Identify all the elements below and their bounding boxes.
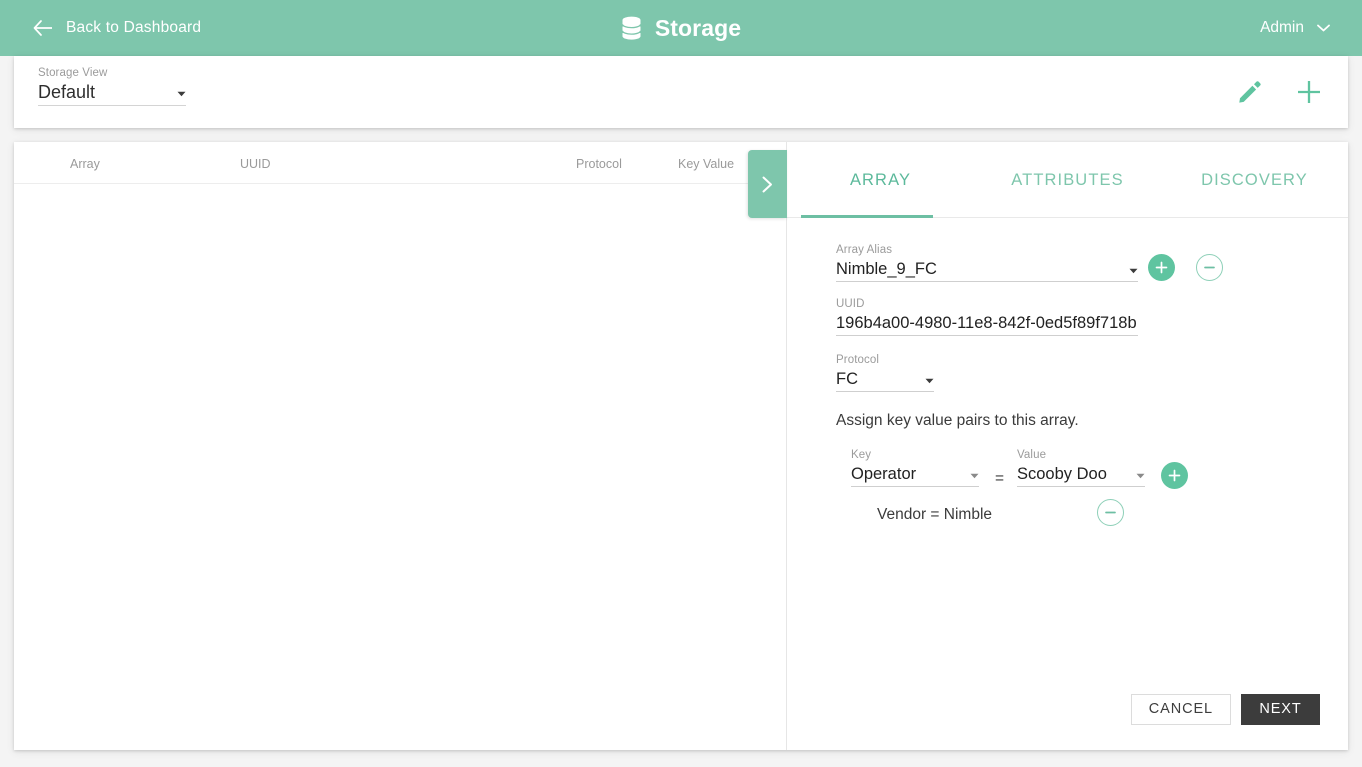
key-field[interactable]: Key Operator xyxy=(851,448,979,487)
column-header-key-value: Key Value xyxy=(678,157,735,171)
key-select-row[interactable]: Operator xyxy=(851,462,979,487)
main-content: Array UUID Protocol Key Value ARRAY ATTR… xyxy=(14,142,1348,750)
array-alias-field[interactable]: Array Alias Nimble_9_FC xyxy=(836,243,1138,282)
column-header-array: Array xyxy=(70,157,100,171)
storage-page: Back to Dashboard Storage Admin Storage … xyxy=(0,0,1362,767)
tab-attributes[interactable]: ATTRIBUTES xyxy=(974,142,1161,218)
next-button[interactable]: NEXT xyxy=(1241,694,1320,725)
edit-storage-view-button[interactable] xyxy=(1232,75,1266,109)
tab-discovery[interactable]: DISCOVERY xyxy=(1161,142,1348,218)
existing-key-value-pair: Vendor = Nimble xyxy=(877,506,993,523)
caret-down-icon xyxy=(1129,268,1138,274)
pencil-icon xyxy=(1239,81,1261,103)
array-form: Array Alias Nimble_9_FC UUID 196b4a00-49… xyxy=(787,218,1348,750)
add-storage-view-button[interactable] xyxy=(1292,75,1326,109)
add-key-value-button[interactable] xyxy=(1161,462,1188,489)
toolbar-actions xyxy=(1232,56,1326,128)
chevron-down-icon xyxy=(1317,24,1330,32)
value-value: Scooby Doo xyxy=(1017,465,1107,483)
storage-view-select[interactable]: Storage View Default xyxy=(38,66,186,106)
toolbar: Storage View Default xyxy=(14,56,1348,128)
caret-down-icon xyxy=(970,473,979,479)
uuid-value: 196b4a00-4980-11e8-842f-0ed5f89f718b xyxy=(836,314,1137,332)
uuid-field[interactable]: UUID 196b4a00-4980-11e8-842f-0ed5f89f718… xyxy=(836,297,1138,336)
protocol-select-row[interactable]: FC xyxy=(836,367,934,392)
value-select-row[interactable]: Scooby Doo xyxy=(1017,462,1145,487)
plus-circle-icon xyxy=(1155,261,1168,274)
tab-array[interactable]: ARRAY xyxy=(787,142,974,218)
page-title: Storage xyxy=(0,0,1362,56)
plus-icon xyxy=(1298,81,1320,103)
minus-circle-icon xyxy=(1204,266,1215,269)
storage-view-value: Default xyxy=(38,82,96,102)
array-alias-select-row[interactable]: Nimble_9_FC xyxy=(836,257,1138,282)
key-value: Operator xyxy=(851,465,917,483)
table-header-row: Array UUID Protocol Key Value xyxy=(14,142,786,184)
arrays-table: Array UUID Protocol Key Value xyxy=(14,142,787,750)
table-body xyxy=(14,184,786,750)
panel-collapse-toggle[interactable] xyxy=(748,150,787,218)
remove-key-value-button[interactable] xyxy=(1097,499,1124,526)
storage-view-label: Storage View xyxy=(38,67,108,79)
detail-tabs: ARRAY ATTRIBUTES DISCOVERY xyxy=(787,142,1348,218)
key-label: Key xyxy=(851,449,872,461)
form-footer-actions: CANCEL NEXT xyxy=(1130,694,1320,725)
assign-key-value-note: Assign key value pairs to this array. xyxy=(836,412,1079,429)
protocol-label: Protocol xyxy=(836,354,879,366)
caret-down-icon xyxy=(925,378,934,384)
add-array-button[interactable] xyxy=(1148,254,1175,281)
app-header: Back to Dashboard Storage Admin xyxy=(0,0,1362,56)
storage-view-select-row[interactable]: Default xyxy=(38,80,186,106)
chevron-right-icon xyxy=(762,176,772,192)
protocol-value: FC xyxy=(836,370,858,388)
plus-circle-icon xyxy=(1168,469,1181,482)
caret-down-icon xyxy=(177,91,186,97)
user-menu[interactable]: Admin xyxy=(1260,0,1330,56)
column-header-protocol: Protocol xyxy=(576,157,622,171)
equals-sign: = xyxy=(995,470,1005,487)
cancel-button[interactable]: CANCEL xyxy=(1130,694,1231,725)
page-title-text: Storage xyxy=(654,14,742,41)
array-alias-label: Array Alias xyxy=(836,244,893,256)
user-menu-label: Admin xyxy=(1260,19,1304,36)
column-header-uuid: UUID xyxy=(240,157,271,171)
caret-down-icon xyxy=(1136,473,1145,479)
uuid-label: UUID xyxy=(836,298,865,310)
uuid-input-row[interactable]: 196b4a00-4980-11e8-842f-0ed5f89f718b xyxy=(836,311,1138,336)
minus-circle-icon xyxy=(1105,511,1116,514)
remove-array-button[interactable] xyxy=(1196,254,1223,281)
database-icon xyxy=(621,16,641,40)
array-alias-value: Nimble_9_FC xyxy=(836,260,937,278)
detail-panel: ARRAY ATTRIBUTES DISCOVERY Array Alias N… xyxy=(787,142,1348,750)
protocol-field[interactable]: Protocol FC xyxy=(836,353,934,392)
value-label: Value xyxy=(1017,449,1047,461)
value-field[interactable]: Value Scooby Doo xyxy=(1017,448,1145,487)
